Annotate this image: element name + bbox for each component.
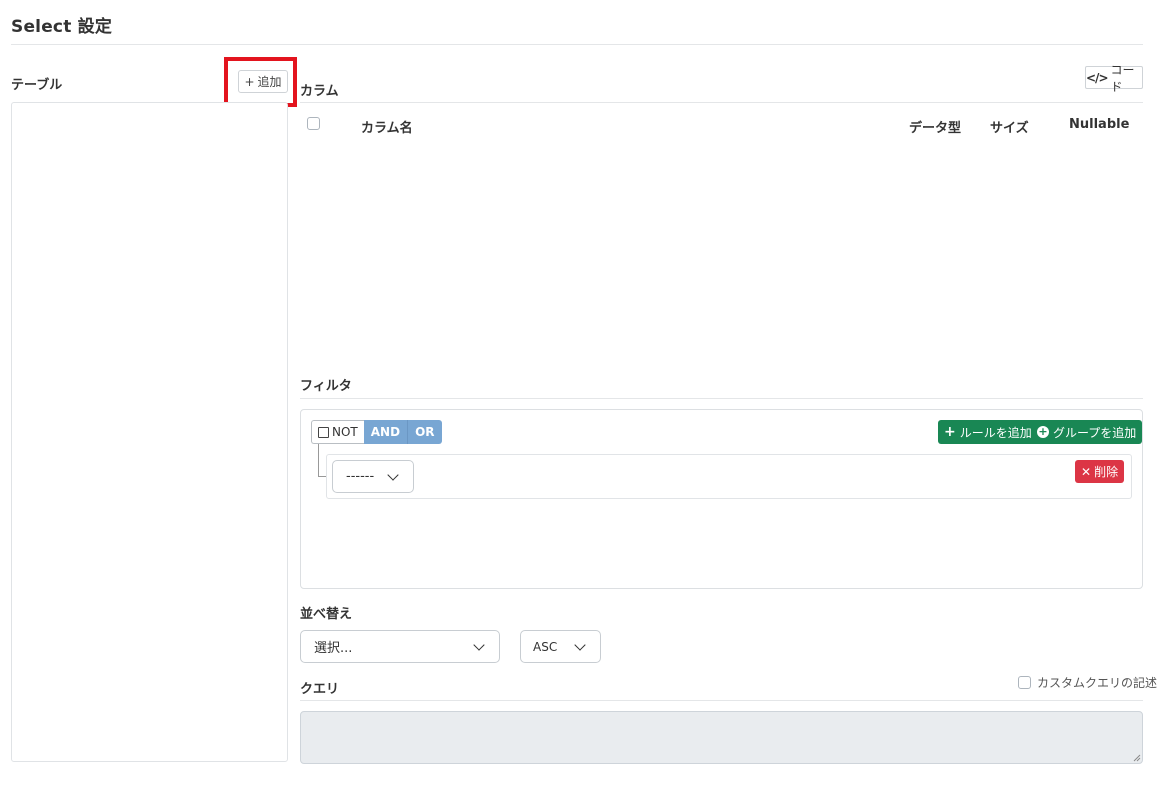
filter-section-label: フィルタ [300,379,352,394]
sort-order-value: ASC [533,639,558,654]
column-header-type: データ型 [909,121,962,136]
title-divider [11,44,1143,45]
column-header-name: カラム名 [361,121,413,136]
chevron-down-icon [473,639,485,651]
custom-query-checkbox[interactable] [1018,676,1031,689]
and-button[interactable]: AND [363,420,409,444]
sort-field-select[interactable]: 選択... [300,630,500,663]
code-button-label: コード [1110,62,1135,94]
column-header-size: サイズ [990,121,1029,136]
add-rule-label: ルールを追加 [959,425,1032,440]
add-table-button[interactable]: + 追加 [238,70,288,93]
query-textarea[interactable] [300,711,1143,764]
add-table-label: 追加 [257,75,282,89]
not-toggle[interactable]: NOT [311,420,364,444]
plus-icon: + [944,424,956,440]
add-rule-button[interactable]: + ルールを追加 [938,420,1038,444]
sort-field-value: 選択... [314,641,353,656]
chevron-down-icon [387,469,399,481]
columns-section-label: カラム [300,84,339,99]
or-button[interactable]: OR [408,420,442,444]
resize-grip-icon[interactable] [1133,754,1141,762]
plus-icon: + [244,74,255,89]
table-list-panel[interactable] [11,102,288,762]
code-button[interactable]: </> コード [1085,63,1143,94]
sort-section-label: 並べ替え [300,607,353,622]
query-section-label: クエリ [300,682,340,697]
plus-circle-icon: + [1037,425,1049,438]
custom-query-label: カスタムクエリの記述 [1037,676,1158,690]
select-all-columns-checkbox[interactable] [307,117,320,130]
checkbox-icon [318,426,329,438]
column-header-nullable: Nullable [1069,117,1130,132]
query-divider [300,700,1143,701]
not-label: NOT [332,425,358,439]
delete-label: 削除 [1094,465,1119,479]
delete-rule-button[interactable]: ✕ 削除 [1075,460,1125,483]
chevron-down-icon [574,639,586,651]
columns-divider [300,102,1143,103]
custom-query-toggle[interactable]: カスタムクエリの記述 [1018,674,1157,691]
logic-button-group: NOT AND OR [311,420,442,444]
sort-order-select[interactable]: ASC [520,630,601,663]
filter-rule-row [326,454,1132,499]
add-group-button[interactable]: + グループを追加 [1031,420,1143,444]
page-title: Select 設定 [11,17,113,37]
add-group-label: グループを追加 [1053,425,1137,440]
table-section-label: テーブル [11,78,63,93]
close-icon: ✕ [1081,464,1092,479]
filter-divider [300,398,1143,399]
rule-field-select[interactable]: ------ [332,460,414,493]
code-icon: </> [1086,70,1108,85]
rule-field-value: ------ [346,469,375,484]
